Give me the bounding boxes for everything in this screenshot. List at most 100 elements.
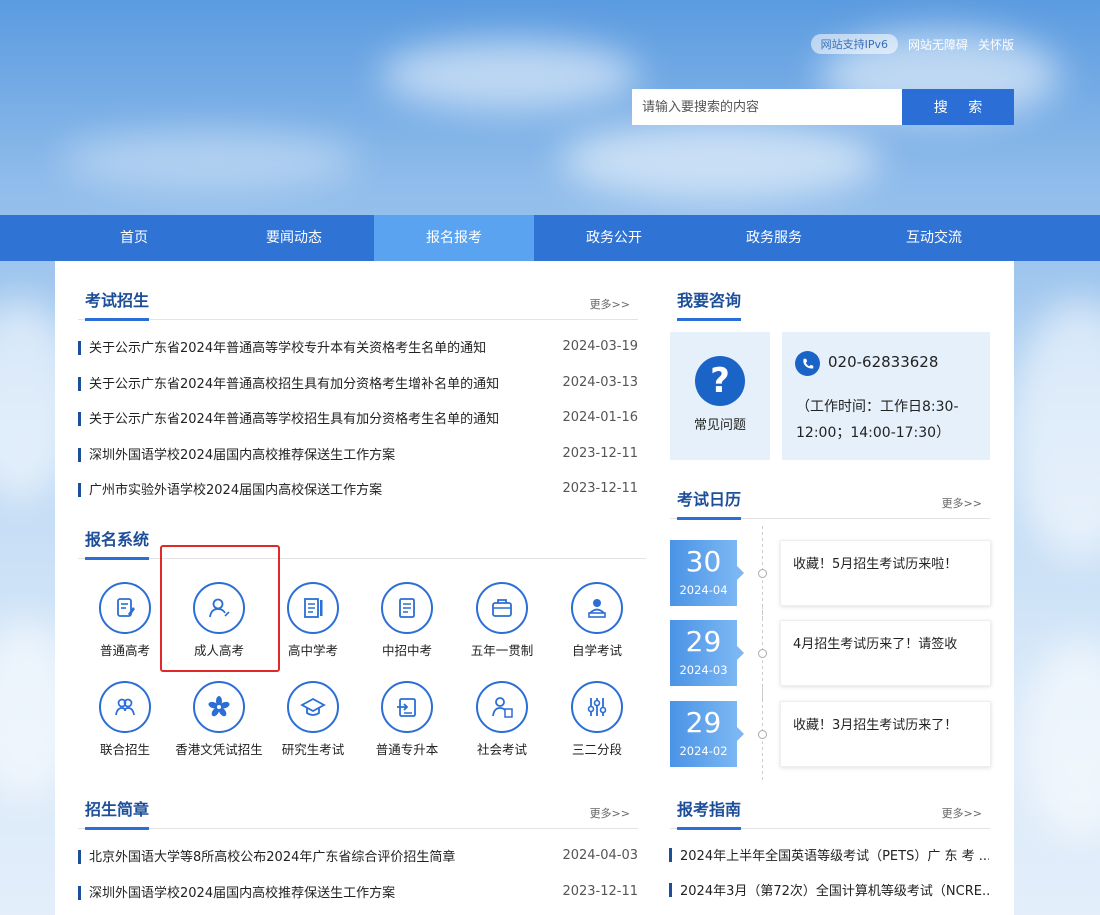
calendar-item[interactable]: 29 2024-03 4月招生考试历来了！请签收 <box>670 606 991 702</box>
calendar-date: 29 2024-02 <box>670 701 744 767</box>
item-title[interactable]: 2024年上半年全国英语等级考试（PETS）广 东 考 ... <box>680 845 989 864</box>
system-social-exam[interactable]: 社会考试 <box>455 681 549 758</box>
calendar-card[interactable]: 收藏！5月招生考试历来啦！ <box>780 540 991 606</box>
admission-brochure-list: 北京外国语大学等8所高校公布2024年广东省综合评价招生简章 2024-04-03… <box>78 840 638 911</box>
nav-item-home[interactable]: 首页 <box>54 215 214 261</box>
item-title[interactable]: 深圳外国语学校2024届国内高校推荐保送生工作方案 <box>89 444 395 463</box>
system-five-year[interactable]: 五年一贯制 <box>455 582 549 659</box>
adult-exam-icon <box>209 598 230 618</box>
list-item[interactable]: 2024年3月（第72次）全国计算机等级考试（NCRE... <box>669 880 989 900</box>
main-nav: 首页 要闻动态 报名报考 政务公开 政务服务 互动交流 <box>0 215 1100 261</box>
exam-enrollment-list: 关于公示广东省2024年普通高等学校专升本有关资格考生名单的通知 2024-03-… <box>78 331 638 509</box>
calendar-text: 4月招生考试历来了！请签收 <box>793 637 958 652</box>
item-date: 2024-04-03 <box>562 848 638 863</box>
system-three-two[interactable]: 三二分段 <box>550 681 644 758</box>
search-button[interactable]: 搜 索 <box>902 89 1014 125</box>
calendar-month: 2024-03 <box>679 663 728 677</box>
sky-cloud <box>1020 640 1100 840</box>
section-title: 我要咨询 <box>677 290 742 321</box>
system-upgrade[interactable]: 普通专升本 <box>360 681 454 758</box>
high-school-exam-icon <box>304 598 323 618</box>
list-item[interactable]: 2024年上半年全国英语等级考试（PETS）广 东 考 ... <box>669 845 989 865</box>
item-title[interactable]: 北京外国语大学等8所高校公布2024年广东省综合评价招生简章 <box>89 846 455 865</box>
consult-header: 我要咨询 <box>670 286 990 321</box>
faq-card[interactable]: ? 常见问题 <box>670 332 770 460</box>
nav-item-interaction[interactable]: 互动交流 <box>854 215 1014 261</box>
item-date: 2024-01-16 <box>562 410 638 425</box>
system-zhongkao[interactable]: 中招中考 <box>360 582 454 659</box>
faq-label: 常见问题 <box>693 418 746 433</box>
system-label: 三二分段 <box>571 742 622 757</box>
section-title: 报考指南 <box>677 799 742 830</box>
system-graduate-exam[interactable]: 研究生考试 <box>266 681 360 758</box>
system-high-school-exam[interactable]: 高中学考 <box>266 582 360 659</box>
calendar-day: 29 <box>685 706 722 739</box>
joint-enrollment-icon <box>115 698 135 716</box>
contact-card: 020-62833628 （工作时间：工作日8:30-12:00；14:00-1… <box>782 332 990 460</box>
item-date: 2023-12-11 <box>562 883 638 899</box>
system-label: 香港文凭试招生 <box>175 742 263 757</box>
more-link[interactable]: 更多>> <box>590 296 630 312</box>
item-date: 2023-12-11 <box>562 481 638 496</box>
nav-item-news[interactable]: 要闻动态 <box>214 215 374 261</box>
nav-item-registration[interactable]: 报名报考 <box>374 215 534 261</box>
more-link[interactable]: 更多>> <box>590 805 630 821</box>
system-hkdse[interactable]: 香港文凭试招生 <box>172 681 266 758</box>
calendar-text: 收藏！5月招生考试历来啦！ <box>793 557 958 572</box>
item-title[interactable]: 关于公示广东省2024年普通高等学校专升本有关资格考生名单的通知 <box>89 337 486 356</box>
item-title[interactable]: 2024年3月（第72次）全国计算机等级考试（NCRE... <box>680 880 989 899</box>
self-study-icon <box>588 599 606 618</box>
item-title[interactable]: 关于公示广东省2024年普通高校招生具有加分资格考生增补名单的通知 <box>89 373 499 392</box>
zhongkao-icon <box>399 598 415 618</box>
list-item[interactable]: 北京外国语大学等8所高校公布2024年广东省综合评价招生简章 2024-04-03 <box>78 840 638 876</box>
system-self-study[interactable]: 自学考试 <box>550 582 644 659</box>
sky-cloud <box>1010 300 1100 560</box>
timeline-dot <box>758 730 767 739</box>
calendar-item[interactable]: 29 2024-02 收藏！3月招生考试历来了！ <box>670 687 991 783</box>
list-item[interactable]: 关于公示广东省2024年普通高等学校招生具有加分资格考生名单的通知 2024-01… <box>78 402 638 438</box>
section-title: 考试招生 <box>85 290 150 321</box>
item-date: 2023-12-11 <box>562 445 638 461</box>
exam-guide-header: 报考指南 更多>> <box>670 795 990 830</box>
item-title[interactable]: 深圳外国语学校2024届国内高校推荐保送生工作方案 <box>89 882 395 901</box>
calendar-card[interactable]: 收藏！3月招生考试历来了！ <box>780 701 991 767</box>
list-item[interactable]: 深圳外国语学校2024届国内高校推荐保送生工作方案 2023-12-11 <box>78 876 638 912</box>
list-item[interactable]: 关于公示广东省2024年普通高等学校专升本有关资格考生名单的通知 2024-03-… <box>78 331 638 367</box>
calendar-date: 30 2024-04 <box>670 540 744 606</box>
sky-cloud <box>560 120 880 200</box>
exam-enrollment-header: 考试招生 更多>> <box>78 286 638 321</box>
calendar-day: 30 <box>685 545 722 578</box>
nav-item-public-affairs[interactable]: 政务公开 <box>534 215 694 261</box>
admission-brochure-header: 招生简章 更多>> <box>78 795 638 830</box>
item-title[interactable]: 广州市实验外语学校2024届国内高校保送工作方案 <box>89 479 382 498</box>
calendar-card[interactable]: 4月招生考试历来了！请签收 <box>780 620 991 686</box>
top-links: 网站支持IPv6 网站无障碍 关怀版 <box>810 34 1014 54</box>
item-title[interactable]: 关于公示广东省2024年普通高等学校招生具有加分资格考生名单的通知 <box>89 408 499 427</box>
calendar-item[interactable]: 30 2024-04 收藏！5月招生考试历来啦！ <box>670 526 991 622</box>
phone-icon <box>795 351 820 376</box>
system-label: 普通专升本 <box>375 742 439 757</box>
list-item[interactable]: 深圳外国语学校2024届国内高校推荐保送生工作方案 2023-12-11 <box>78 438 638 474</box>
more-link[interactable]: 更多>> <box>942 495 982 511</box>
system-adult-exam[interactable]: 成人高考 <box>172 582 266 659</box>
item-date: 2024-03-13 <box>562 374 638 390</box>
search-input[interactable] <box>632 89 902 125</box>
system-label: 社会考试 <box>476 742 527 757</box>
care-mode-link[interactable]: 关怀版 <box>978 36 1014 53</box>
accessibility-link[interactable]: 网站无障碍 <box>908 36 968 53</box>
hong-kong-flower-icon <box>208 696 230 717</box>
phone-number: 020-62833628 <box>828 353 939 371</box>
timeline-dot <box>758 649 767 658</box>
more-link[interactable]: 更多>> <box>942 805 982 821</box>
item-date: 2024-03-19 <box>562 339 638 354</box>
system-joint-enrollment[interactable]: 联合招生 <box>78 681 172 758</box>
nav-item-gov-services[interactable]: 政务服务 <box>694 215 854 261</box>
system-gaokao[interactable]: 普通高考 <box>78 582 172 659</box>
calendar-text: 收藏！3月招生考试历来了！ <box>793 718 958 733</box>
sliders-icon <box>587 698 607 716</box>
sky-cloud <box>380 40 640 110</box>
system-label: 五年一贯制 <box>470 643 534 658</box>
list-item[interactable]: 广州市实验外语学校2024届国内高校保送工作方案 2023-12-11 <box>78 473 638 509</box>
list-item[interactable]: 关于公示广东省2024年普通高校招生具有加分资格考生增补名单的通知 2024-03… <box>78 367 638 403</box>
ipv6-badge: 网站支持IPv6 <box>810 34 898 54</box>
